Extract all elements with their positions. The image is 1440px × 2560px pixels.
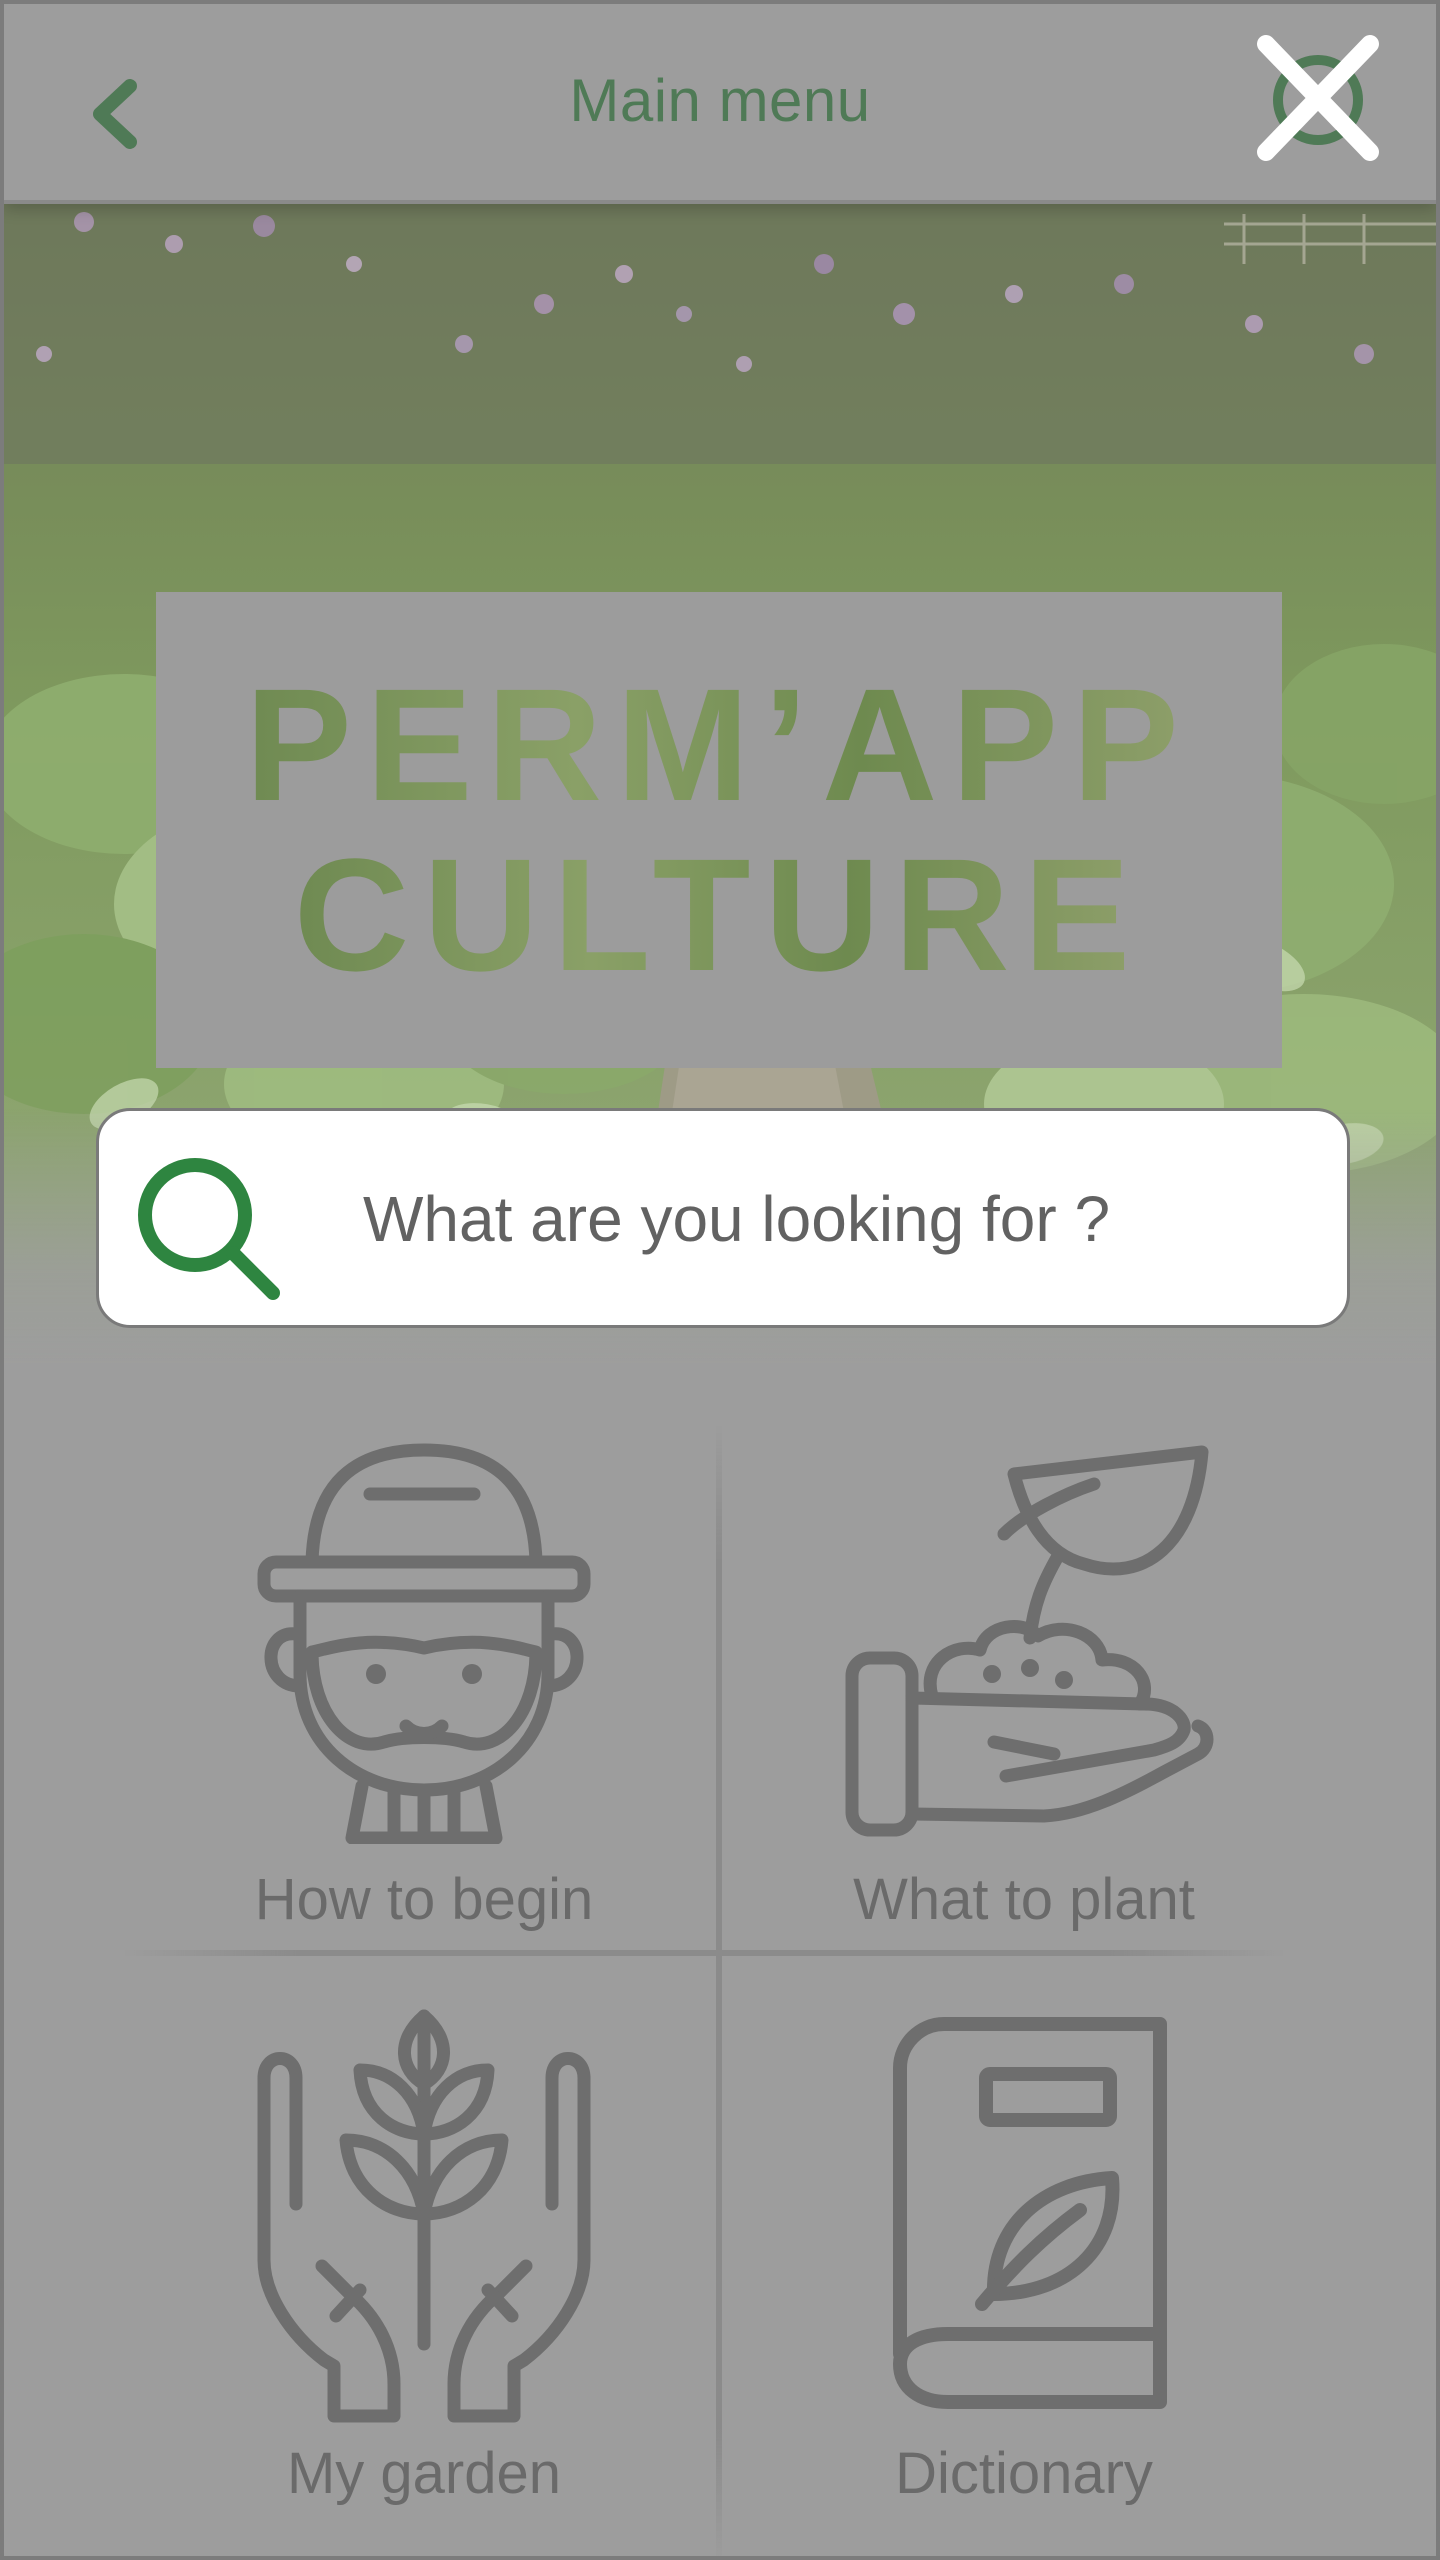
close-icon	[1257, 35, 1379, 161]
page-title: Main menu	[569, 67, 871, 134]
logo-line-2: CULTURE	[293, 825, 1145, 1004]
search-input[interactable]	[361, 1111, 1305, 1327]
menu-label-what-to-plant: What to plant	[853, 1867, 1195, 1932]
menu-grid: How to begin What to plant My garden Dic…	[4, 1364, 1436, 2556]
menu-tile-what-to-plant[interactable]: What to plant	[724, 1424, 1324, 1964]
main-menu-screen: Main menu PERM’APP CULTURE What are you …	[0, 0, 1440, 2560]
menu-tile-how-to-begin[interactable]: How to begin	[124, 1424, 724, 1964]
book-leaf-icon	[893, 2017, 1167, 2409]
menu-label-how-to-begin: How to begin	[254, 1867, 594, 1932]
menu-label-my-garden: My garden	[286, 2441, 562, 2506]
hand-sprout-icon	[845, 1445, 1214, 1837]
menu-tile-my-garden[interactable]: My garden	[124, 2004, 724, 2544]
top-bar: Main menu	[4, 4, 1436, 204]
hands-plant-icon	[257, 2009, 591, 2423]
search-icon	[138, 1158, 280, 1300]
gardener-icon	[257, 1443, 591, 1844]
menu-tile-dictionary[interactable]: Dictionary	[724, 2004, 1324, 2544]
search-bar[interactable]	[96, 1108, 1350, 1328]
logo-line-1: PERM’APP	[245, 655, 1193, 834]
close-button[interactable]	[1248, 32, 1388, 172]
app-logo: PERM’APP CULTURE	[156, 592, 1282, 1068]
menu-label-dictionary: Dictionary	[895, 2441, 1153, 2506]
